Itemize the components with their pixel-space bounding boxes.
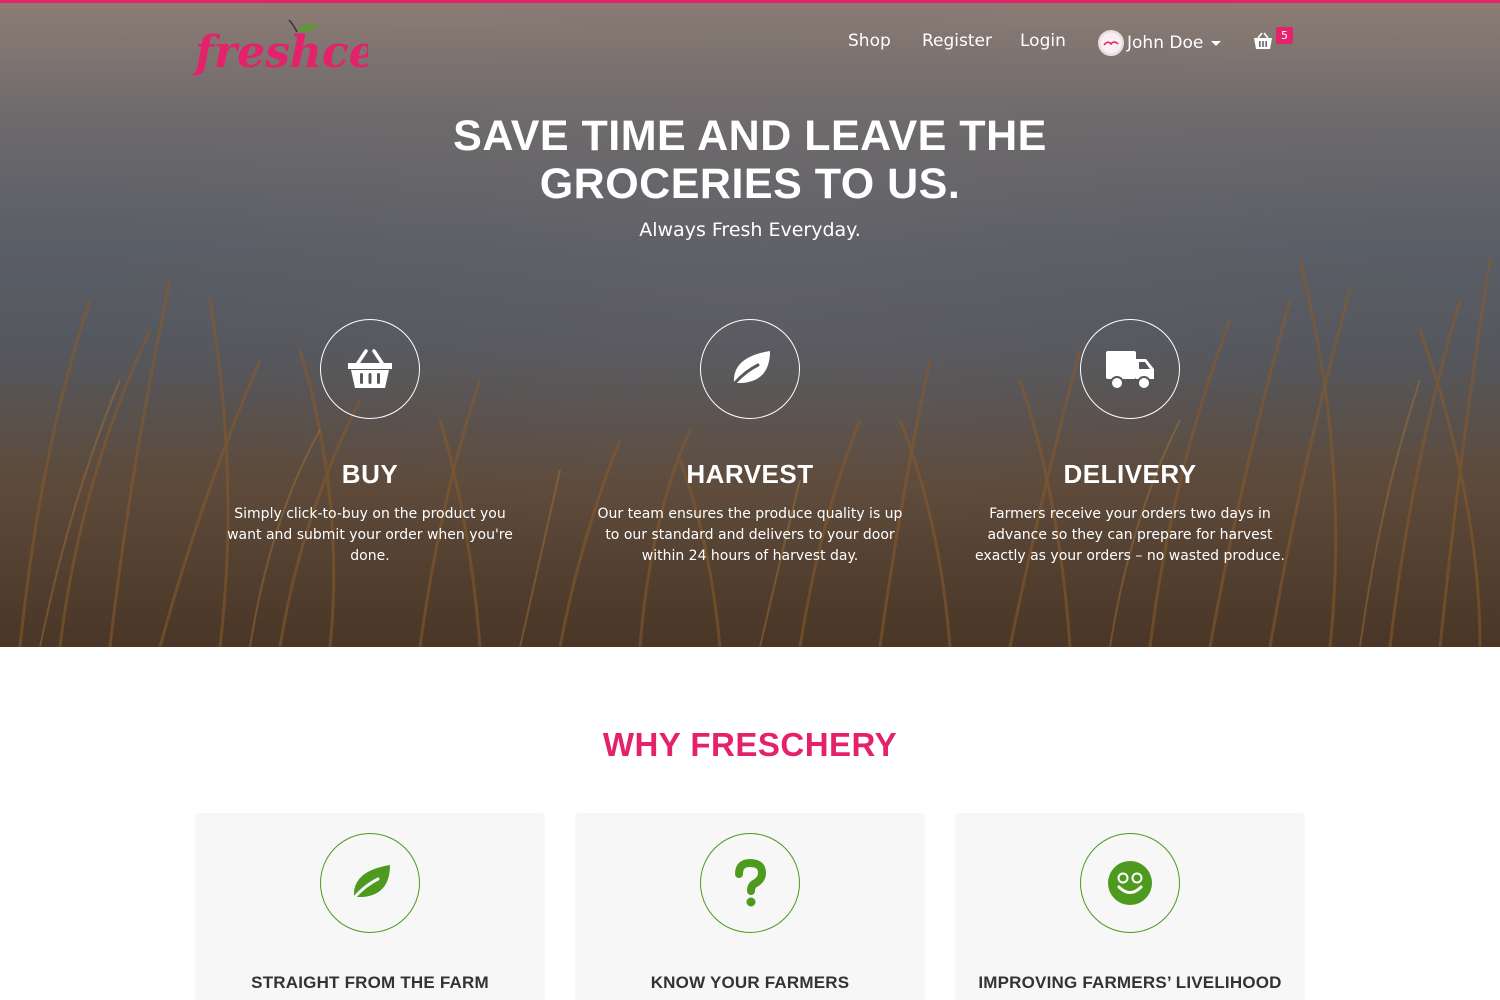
card-icon-circle (700, 833, 800, 933)
user-name: John Doe (1127, 33, 1204, 53)
leaf-icon (728, 351, 770, 391)
feature-delivery: DELIVERY Farmers receive your orders two… (965, 319, 1295, 567)
card-icon-circle (320, 833, 420, 933)
feature-text: Simply click-to-buy on the product you w… (227, 506, 513, 564)
feature-icon-circle (1080, 319, 1180, 419)
chevron-down-icon (1211, 40, 1222, 46)
top-navigation: Shop Register Login John Doe 5 (0, 0, 1500, 84)
avatar (1098, 30, 1124, 56)
feature-icon-circle (320, 319, 420, 419)
feature-harvest: HARVEST Our team ensures the produce qua… (585, 319, 915, 567)
feature-text: Farmers receive your orders two days in … (975, 506, 1285, 564)
basket-icon (348, 349, 392, 388)
user-menu-dropdown[interactable]: John Doe (1098, 29, 1222, 57)
hero-subtitle: Always Fresh Everyday. (639, 219, 861, 241)
why-section-title: WHY FRESCHERY (602, 726, 898, 763)
card-title: STRAIGHT FROM THE FARM (251, 973, 489, 992)
card-title: KNOW YOUR FARMERS (650, 973, 850, 992)
smiley-icon (1108, 861, 1152, 905)
nav-login-link[interactable]: Login (1020, 31, 1066, 51)
feature-title: HARVEST (686, 459, 814, 489)
feature-icon-circle (700, 319, 800, 419)
truck-icon (1106, 351, 1154, 390)
nav-shop-link[interactable]: Shop (848, 31, 891, 51)
feature-title: BUY (341, 459, 399, 489)
hero-title: SAVE TIME AND LEAVE THE GROCERIES TO US. (453, 112, 1047, 208)
top-accent-line (0, 0, 1500, 3)
feature-text: Our team ensures the produce quality is … (597, 506, 903, 564)
why-card-farmers: KNOW YOUR FARMERS (575, 813, 925, 1000)
card-icon-circle (1080, 833, 1180, 933)
cart-count-badge: 5 (1276, 27, 1293, 44)
feature-title: DELIVERY (1063, 459, 1197, 489)
cart-basket-icon[interactable] (1253, 32, 1273, 50)
why-card-farm: STRAIGHT FROM THE FARM (195, 813, 545, 1000)
feature-buy: BUY Simply click-to-buy on the product y… (205, 319, 535, 567)
why-card-livelihood: IMPROVING FARMERS’ LIVELIHOOD (955, 813, 1305, 1000)
card-title: IMPROVING FARMERS’ LIVELIHOOD (978, 973, 1282, 992)
question-icon (735, 858, 767, 907)
nav-register-link[interactable]: Register (922, 31, 992, 51)
leaf-icon (348, 865, 390, 905)
